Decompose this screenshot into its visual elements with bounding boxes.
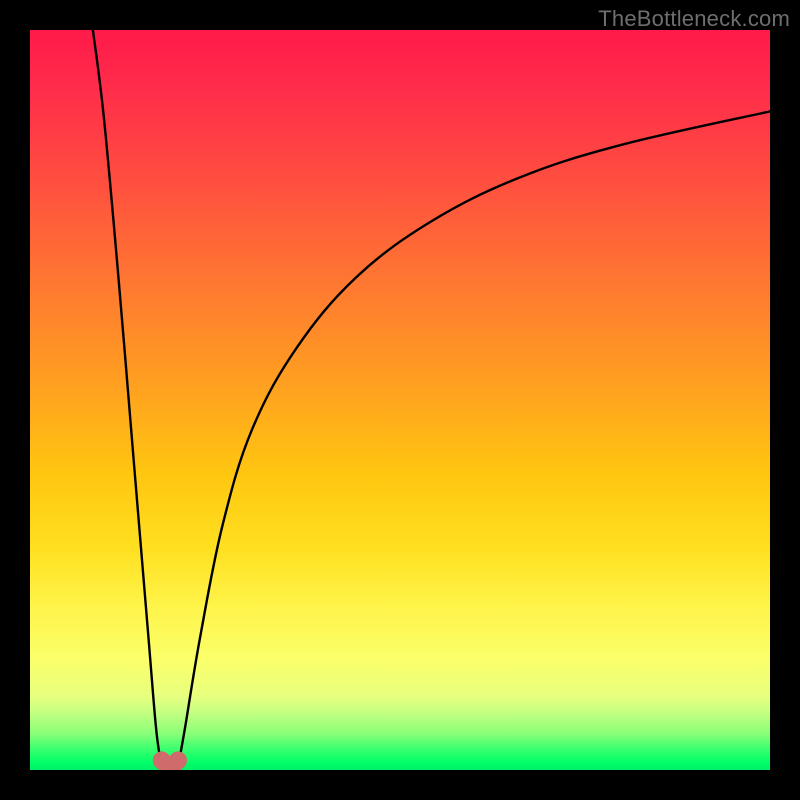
valley-node-right xyxy=(169,751,187,769)
curves-layer xyxy=(30,30,770,770)
series-left-branch xyxy=(93,30,160,759)
valley-node-left xyxy=(153,751,171,769)
series-group xyxy=(93,30,770,759)
chart-frame: TheBottleneck.com xyxy=(0,0,800,800)
series-right-branch xyxy=(179,111,770,759)
watermark-text: TheBottleneck.com xyxy=(598,6,790,32)
plot-area xyxy=(30,30,770,770)
marker-group xyxy=(153,751,187,769)
